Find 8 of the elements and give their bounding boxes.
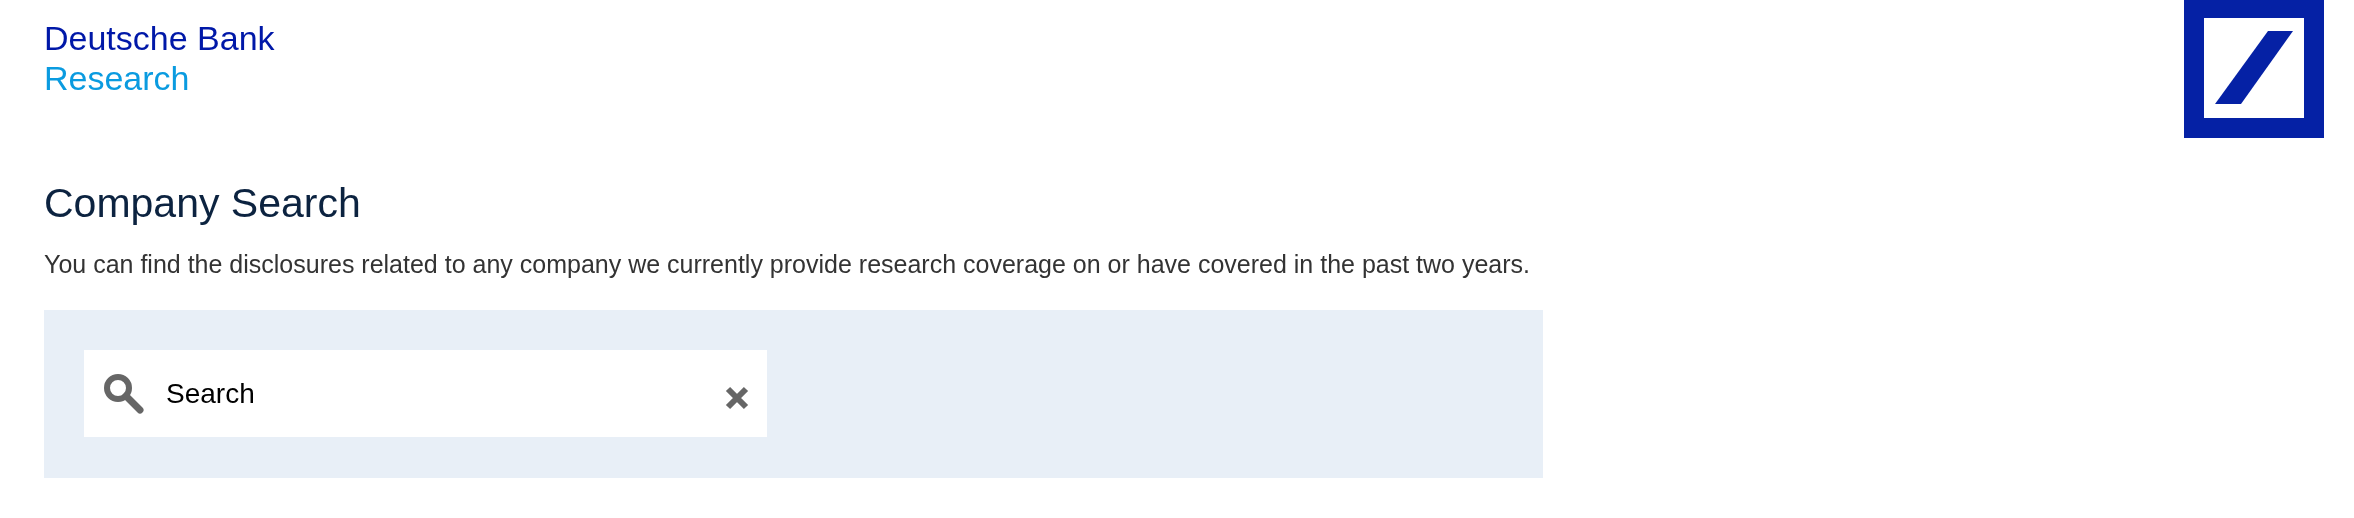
search-icon xyxy=(102,372,144,414)
description: You can find the disclosures related to any company we currently provide research coverage on or have covered in the past two years. xyxy=(44,249,1531,280)
page-title: Company Search xyxy=(44,179,362,228)
logo-icon xyxy=(2184,0,2324,138)
search-field[interactable]: Search xyxy=(84,350,767,437)
brand-subtitle: Research xyxy=(44,58,191,98)
clear-icon[interactable] xyxy=(725,386,749,410)
brand-name: Deutsche Bank xyxy=(44,18,275,58)
